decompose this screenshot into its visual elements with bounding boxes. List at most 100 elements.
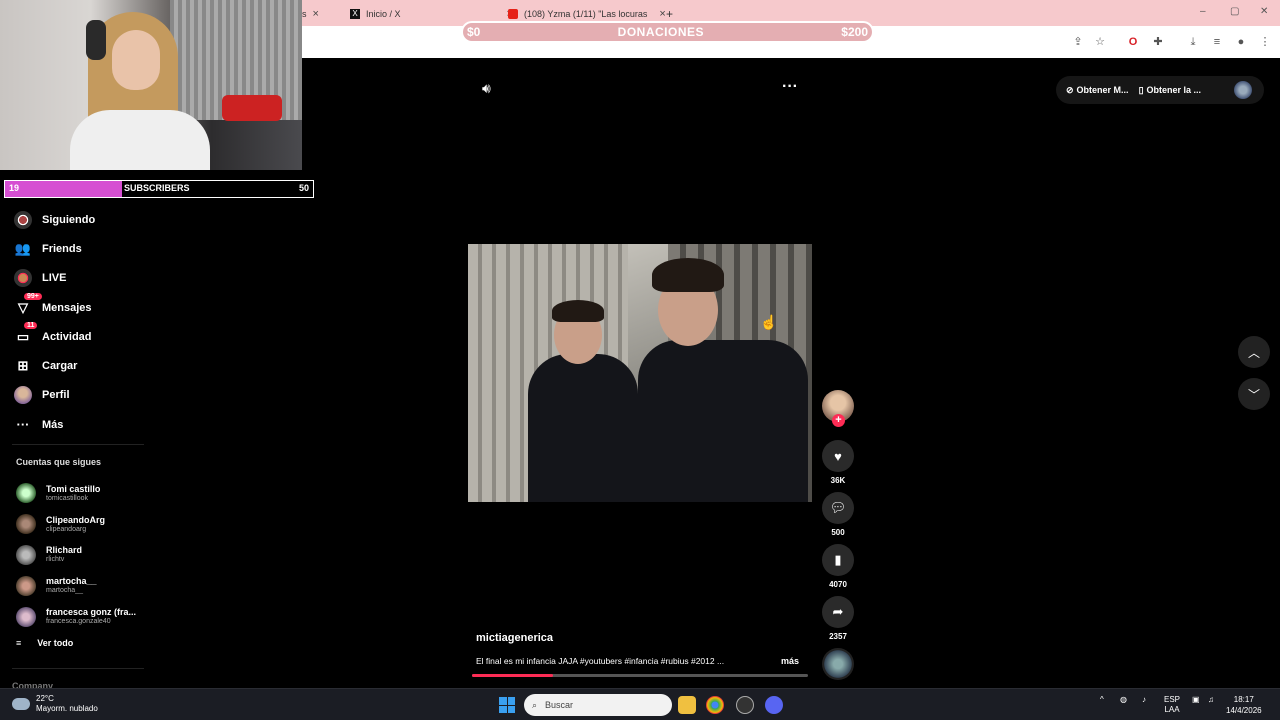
account-handle: francesca.gonzale40 (46, 618, 111, 626)
taskbar-search[interactable]: ⌕ Buscar (524, 694, 672, 716)
user-avatar[interactable] (1234, 81, 1252, 99)
avatar (16, 606, 36, 627)
install-app-icon[interactable]: ⇪ (1071, 35, 1085, 49)
video-controls-top: 🔊︎ ··· (468, 70, 812, 110)
sidebar-item-cargar[interactable]: ⊞ Cargar (12, 351, 162, 380)
tray-chevron-icon[interactable]: ^ (1100, 695, 1104, 704)
x-logo-icon: X (350, 9, 360, 19)
close-window-icon[interactable]: ✕ (1260, 6, 1268, 17)
close-tab-icon[interactable]: × (313, 8, 319, 20)
windows-taskbar: 22°C Mayorm. nublado ⌕ Buscar ^ ◍ ♪ ESP … (0, 688, 1280, 720)
profile-icon[interactable]: ● (1234, 35, 1248, 49)
chevron-up-icon: ︿ (1247, 345, 1260, 360)
music-disc-icon[interactable] (822, 648, 854, 680)
messages-badge: 99+ (24, 292, 42, 300)
share-action[interactable]: ➦ 2357 (822, 596, 854, 641)
extensions-icon[interactable]: ✚ (1151, 35, 1165, 49)
sidebar-item-label: Más (42, 418, 64, 431)
activity-badge: 11 (24, 322, 38, 330)
account-name: Tomi castillo (46, 483, 101, 494)
sidebar-item-perfil[interactable]: Perfil (12, 381, 162, 410)
bookmark-star-icon[interactable]: ☆ (1093, 35, 1107, 49)
video-username[interactable]: mictiagenerica (476, 632, 553, 644)
list-item[interactable]: francesca gonz (fra... francesca.gonzale4… (16, 601, 156, 632)
youtube-logo-icon (508, 9, 518, 19)
caption-more-button[interactable]: más (781, 656, 799, 666)
microphone-tray-icon[interactable]: ♪ (1142, 695, 1146, 704)
like-action[interactable]: ♥ 36K (822, 440, 854, 485)
sidebar-item-live[interactable]: LIVE (12, 264, 162, 293)
windows-start-icon[interactable] (499, 697, 515, 713)
more-options-icon[interactable]: ··· (782, 78, 798, 96)
sidebar-item-mensajes[interactable]: ▽ 99+ Mensajes (12, 292, 162, 322)
download-icon[interactable]: ⤓ (1186, 35, 1200, 49)
sidebar-item-actividad[interactable]: ▭ 11 Actividad (12, 322, 162, 351)
opera-extension-icon[interactable]: O (1126, 35, 1140, 49)
volume-tray-icon[interactable]: ♫ (1208, 695, 1214, 704)
wifi-icon[interactable]: ▣ (1192, 695, 1200, 704)
chevron-down-icon: ﹀ (1247, 387, 1260, 402)
webcam-overlay (0, 0, 302, 170)
temperature: 22°C (36, 694, 54, 703)
person-left (528, 354, 638, 502)
video-progress-bar[interactable] (472, 674, 808, 677)
sidebar-item-friends[interactable]: 👥 Friends (12, 234, 162, 263)
follow-plus-button[interactable]: + (832, 414, 845, 427)
sidebar-item-label: Cargar (42, 360, 78, 373)
headset-icon (86, 20, 106, 60)
reading-list-icon[interactable]: ≡ (1210, 35, 1224, 49)
taskbar-clock[interactable]: 18:17 14/4/2026 (1226, 694, 1262, 716)
person-left-hair (552, 300, 604, 322)
see-all-link[interactable]: ≡ Ver todo (16, 638, 73, 648)
list-item[interactable]: Rlichard rlichtv (16, 540, 156, 571)
share-count: 2357 (829, 632, 847, 641)
close-tab-icon[interactable]: × (659, 8, 665, 20)
cloud-icon (12, 698, 30, 710)
comment-action[interactable]: 💬︎ 500 (822, 492, 854, 537)
volume-icon[interactable]: 🔊︎ (482, 80, 491, 97)
clock-time: 18:17 (1233, 695, 1254, 704)
comment-icon: 💬︎ (822, 492, 854, 524)
comment-count: 500 (831, 528, 845, 537)
heart-icon: ♥ (822, 440, 854, 472)
discord-icon[interactable] (765, 696, 783, 714)
avatar (16, 514, 36, 535)
following-section-title: Cuentas que sigues (16, 457, 102, 467)
language-indicator[interactable]: ESP LAA (1164, 695, 1180, 715)
sidebar-item-label: LIVE (42, 272, 67, 285)
get-coins-button[interactable]: ⊘ Obtener M... (1066, 85, 1129, 96)
chrome-icon[interactable] (706, 696, 724, 714)
avatar (16, 575, 36, 596)
list-item[interactable]: Tomi castillo tomicastillook (16, 478, 156, 509)
webcam-streamer-body (70, 110, 210, 170)
profile-avatar-icon (14, 386, 32, 405)
divider (12, 668, 144, 669)
list-icon: ≡ (16, 638, 22, 648)
video-progress-fill (472, 674, 553, 677)
maximize-icon[interactable]: ▢ (1230, 6, 1239, 17)
account-name: Rlichard (46, 545, 83, 556)
share-icon: ➦ (822, 596, 854, 628)
account-handle: rlichtv (46, 556, 65, 564)
next-video-button[interactable]: ﹀ (1238, 378, 1270, 410)
search-icon: ⌕ (532, 699, 538, 710)
obs-icon[interactable] (736, 696, 754, 714)
get-app-bar: ⊘ Obtener M... ▯ Obtener la ... (1056, 76, 1264, 104)
previous-video-button[interactable]: ︿ (1238, 336, 1270, 368)
list-item[interactable]: martocha__ martocha__ (16, 570, 156, 601)
sidebar-item-mas[interactable]: ··· Más (12, 410, 162, 439)
save-action[interactable]: ▮ 4070 (822, 544, 854, 589)
weather-widget[interactable]: 22°C Mayorm. nublado (12, 694, 98, 714)
menu-dots-icon[interactable]: ⋮ (1258, 35, 1272, 49)
video-frame[interactable] (468, 244, 812, 502)
sidebar-item-label: Perfil (42, 389, 70, 402)
get-app-button[interactable]: ▯ Obtener la ... (1139, 85, 1201, 96)
list-item[interactable]: ClipeandoArg clipeandoarg (16, 509, 156, 540)
weather-description: Mayorm. nublado (36, 704, 98, 713)
file-explorer-icon[interactable] (678, 696, 696, 714)
network-tray-icon[interactable]: ◍ (1120, 695, 1127, 704)
sidebar-item-siguiendo[interactable]: Siguiendo (12, 205, 162, 234)
tab-tiktok[interactable]: s × (302, 4, 319, 24)
minimize-icon[interactable]: – (1200, 6, 1206, 17)
subscriber-goal-bar: 19 SUBSCRIBERS 50 (4, 180, 314, 198)
